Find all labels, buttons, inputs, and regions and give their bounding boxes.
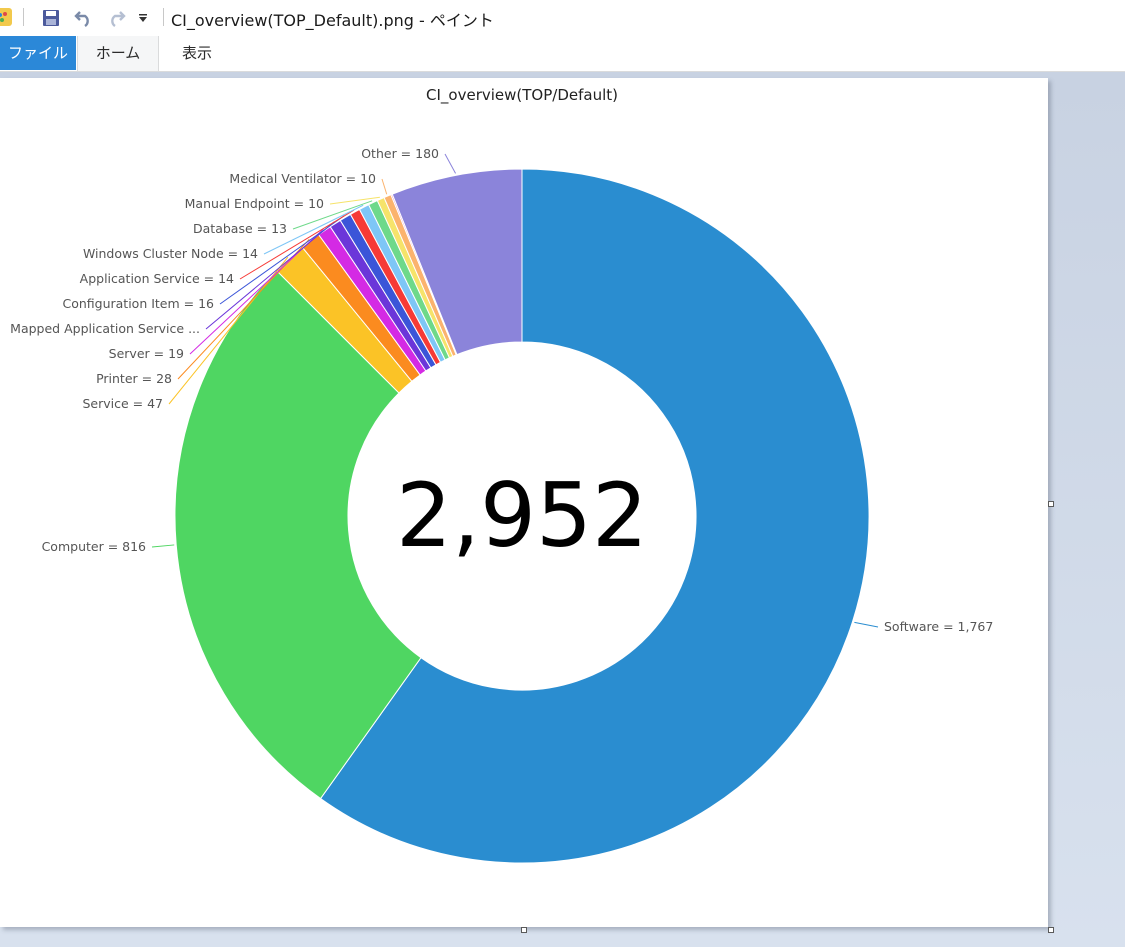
- slice-label: Other = 180: [361, 146, 439, 161]
- slice-label: Database = 13: [193, 221, 287, 236]
- resize-handle-bottom[interactable]: [521, 927, 527, 933]
- canvas-workspace: CI_overview(TOP/Default) 2,952 Software = …: [0, 72, 1125, 947]
- window-title: CI_overview(TOP_Default).png - ペイント: [171, 11, 494, 30]
- label-leader-line: [151, 544, 175, 548]
- label-leader-line: [444, 153, 456, 174]
- tab-view[interactable]: 表示: [158, 36, 236, 70]
- slice-label: Service = 47: [82, 396, 163, 411]
- donut-center-total: 2,952: [396, 464, 648, 567]
- title-bar: CI_overview(TOP_Default).png - ペイント: [0, 0, 1125, 36]
- slice-label: Application Service = 14: [80, 271, 234, 286]
- slice-label: Server = 19: [109, 346, 184, 361]
- undo-icon[interactable]: [73, 7, 95, 29]
- donut-chart: CI_overview(TOP/Default) 2,952 Software = …: [10, 86, 993, 864]
- slice-label: Manual Endpoint = 10: [185, 196, 324, 211]
- tab-file[interactable]: ファイル: [0, 36, 76, 70]
- save-icon[interactable]: [40, 7, 62, 29]
- toolbar-separator: [23, 8, 24, 26]
- chart-title: CI_overview(TOP/Default): [426, 86, 618, 105]
- tab-home[interactable]: ホーム: [77, 36, 159, 71]
- label-leader-line: [854, 621, 879, 628]
- ribbon-tabs: ファイル ホーム 表示: [0, 36, 1125, 72]
- redo-icon[interactable]: [105, 7, 127, 29]
- toolbar-separator: [163, 8, 164, 26]
- label-leader-line: [381, 178, 388, 195]
- paint-app-icon[interactable]: [0, 6, 14, 28]
- resize-handle-right[interactable]: [1048, 501, 1054, 507]
- slice-label: Mapped Application Service ...: [10, 321, 200, 336]
- slice-label: Printer = 28: [96, 371, 172, 386]
- slice-label: Computer = 816: [42, 539, 146, 554]
- slice-label: Windows Cluster Node = 14: [83, 246, 258, 261]
- resize-handle-corner[interactable]: [1048, 927, 1054, 933]
- slice-label: Configuration Item = 16: [62, 296, 214, 311]
- slice-label: Medical Ventilator = 10: [229, 171, 376, 186]
- image-canvas[interactable]: CI_overview(TOP/Default) 2,952 Software = …: [0, 78, 1048, 927]
- slice-label: Software = 1,767: [884, 619, 993, 634]
- customize-dropdown-icon[interactable]: [132, 7, 154, 29]
